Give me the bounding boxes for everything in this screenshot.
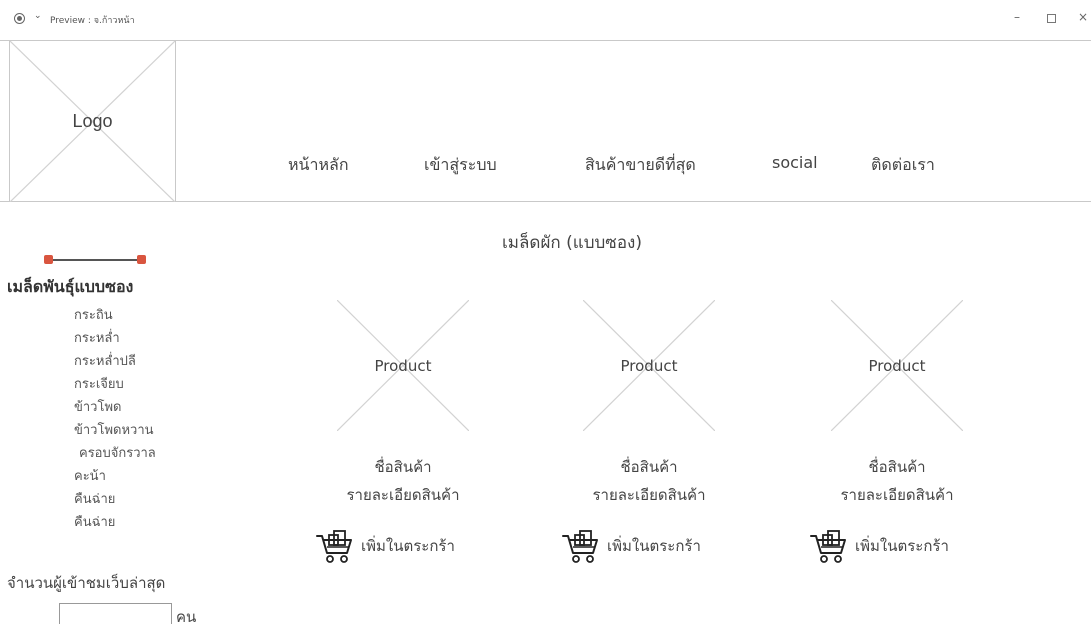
category-item[interactable]: ข้าวโพดหวาน	[74, 419, 156, 442]
minimize-button[interactable]: –	[1014, 10, 1020, 24]
add-to-cart-button[interactable]: เพิ่มในตระกร้า	[809, 527, 949, 565]
category-item[interactable]: ครอบจักรวาล	[74, 442, 156, 465]
add-to-cart-button[interactable]: เพิ่มในตระกร้า	[561, 527, 701, 565]
category-item[interactable]: กระหล่ำปลี	[74, 350, 156, 373]
category-item[interactable]: กระหล่ำ	[74, 327, 156, 350]
product-description: รายละเอียดสินค้า	[840, 486, 954, 504]
visitor-count-unit: คน	[176, 608, 197, 624]
add-to-cart-label: เพิ่มในตระกร้า	[361, 537, 455, 555]
nav-social[interactable]: social	[772, 153, 818, 172]
nav-home[interactable]: หน้าหลัก	[288, 153, 349, 178]
product-description: รายละเอียดสินค้า	[346, 486, 460, 504]
chevron-down-icon[interactable]: ⌄	[34, 11, 42, 21]
product-card: Product ชื่อสินค้า รายละเอียดสินค้า เพิ่…	[557, 300, 777, 570]
nav-contact[interactable]: ติดต่อเรา	[871, 153, 935, 178]
nav-best-sellers[interactable]: สินค้าขายดีที่สุด	[585, 153, 696, 178]
slider-handle-max[interactable]	[137, 255, 146, 264]
add-to-cart-button[interactable]: เพิ่มในตระกร้า	[315, 527, 455, 565]
product-name[interactable]: ชื่อสินค้า	[805, 455, 989, 479]
nav-login[interactable]: เข้าสู่ระบบ	[424, 153, 497, 178]
shopping-cart-icon	[810, 530, 846, 563]
product-image-label: Product	[374, 357, 432, 375]
product-image-label: Product	[620, 357, 678, 375]
category-item[interactable]: ข้าวโพด	[74, 396, 156, 419]
product-image-placeholder[interactable]: Product	[337, 300, 469, 431]
product-name[interactable]: ชื่อสินค้า	[311, 455, 495, 479]
slider-handle-min[interactable]	[44, 255, 53, 264]
product-description: รายละเอียดสินค้า	[592, 486, 706, 504]
logo-placeholder[interactable]: Logo	[9, 41, 176, 202]
shopping-cart-icon	[562, 530, 598, 563]
category-list: กระถิน กระหล่ำ กระหล่ำปลี กระเจียบ ข้าวโ…	[74, 304, 156, 534]
category-title: เมล็ดพันธุ์แบบซอง	[7, 277, 134, 296]
section-title: เมล็ดผัก (แบบซอง)	[502, 233, 642, 253]
shopping-cart-icon	[316, 530, 352, 563]
category-item[interactable]: คืนฉ่าย	[74, 511, 156, 534]
slider-track[interactable]	[48, 259, 142, 261]
visitor-count-field[interactable]	[59, 603, 172, 624]
category-item[interactable]: คืนฉ่าย	[74, 488, 156, 511]
logo-text: Logo	[72, 111, 113, 131]
close-button[interactable]: ×	[1078, 10, 1088, 24]
maximize-button[interactable]	[1047, 14, 1056, 23]
category-item[interactable]: กระถิน	[74, 304, 156, 327]
product-image-placeholder[interactable]: Product	[831, 300, 963, 431]
product-card: Product ชื่อสินค้า รายละเอียดสินค้า เพิ่…	[805, 300, 1025, 570]
window-title: Preview : จ.ก้าวหน้า	[50, 16, 135, 26]
product-image-placeholder[interactable]: Product	[583, 300, 715, 431]
category-item[interactable]: กระเจียบ	[74, 373, 156, 396]
product-name[interactable]: ชื่อสินค้า	[557, 455, 741, 479]
add-to-cart-label: เพิ่มในตระกร้า	[855, 537, 949, 555]
visitor-count-label: จำนวนผู้เข้าชมเว็บล่าสุด	[7, 574, 166, 592]
app-icon[interactable]	[14, 13, 25, 24]
add-to-cart-label: เพิ่มในตระกร้า	[607, 537, 701, 555]
category-item[interactable]: คะน้า	[74, 465, 156, 488]
site-header: Logo หน้าหลัก เข้าสู่ระบบ สินค้าขายดีที่…	[0, 40, 1091, 202]
product-image-label: Product	[868, 357, 926, 375]
product-card: Product ชื่อสินค้า รายละเอียดสินค้า เพิ่…	[311, 300, 531, 570]
window-title-bar: ⌄ Preview : จ.ก้าวหน้า – ×	[0, 0, 1091, 40]
